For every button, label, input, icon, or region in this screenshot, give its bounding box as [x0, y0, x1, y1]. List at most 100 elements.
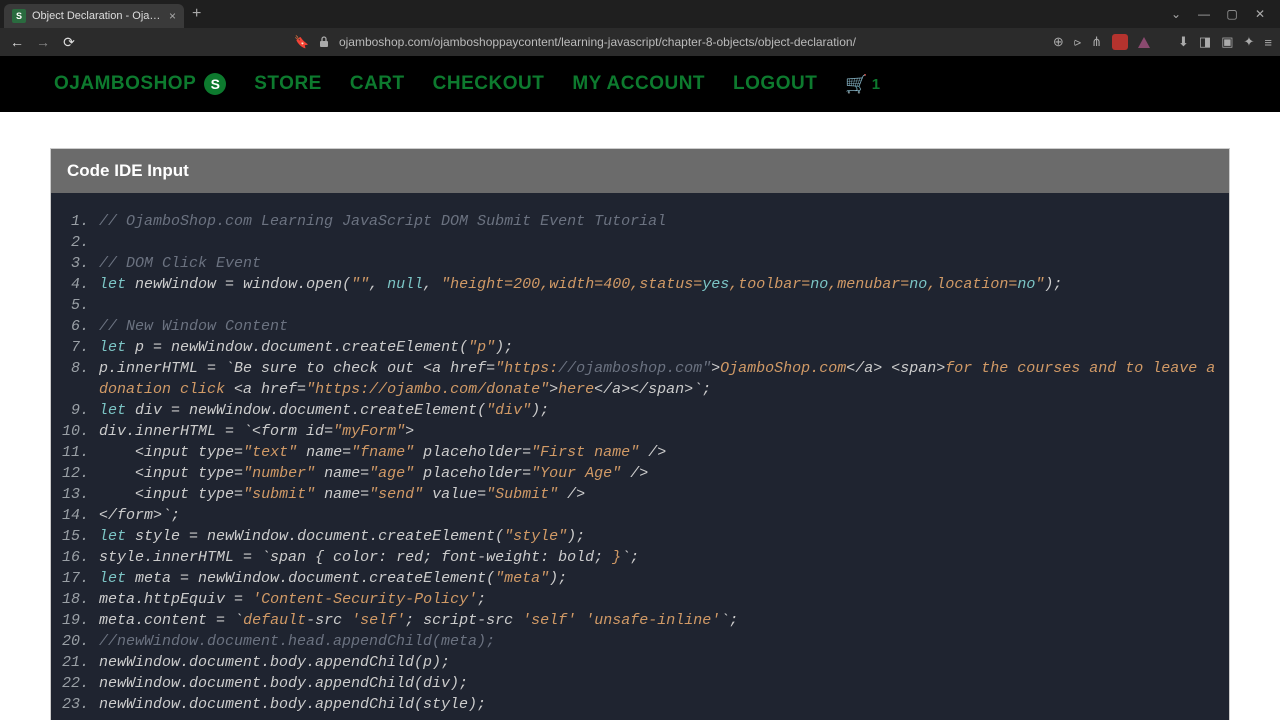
line-number: 14. [61, 505, 99, 526]
cart-button[interactable]: 🛒 1 [845, 74, 880, 95]
zoom-icon[interactable]: ⊕ [1053, 34, 1064, 50]
cart-icon: 🛒 [845, 74, 867, 95]
logo-icon: S [204, 73, 226, 95]
bookmark-icon[interactable]: 🔖 [294, 35, 309, 49]
line-number: 1. [61, 211, 99, 232]
nav-account[interactable]: MY ACCOUNT [572, 73, 705, 95]
code-line: 6.// New Window Content [61, 316, 1219, 337]
line-number: 22. [61, 673, 99, 694]
line-number: 5. [61, 295, 99, 316]
close-window-icon[interactable]: ✕ [1252, 7, 1268, 21]
nav-cart[interactable]: CART [350, 73, 405, 95]
line-number: 12. [61, 463, 99, 484]
nav-logout[interactable]: LOGOUT [733, 73, 817, 95]
line-number: 21. [61, 652, 99, 673]
maximize-icon[interactable]: ▢ [1224, 7, 1240, 21]
close-icon[interactable]: × [169, 9, 176, 23]
line-number: 13. [61, 484, 99, 505]
code-line: 16.style.innerHTML = `span { color: red;… [61, 547, 1219, 568]
code-text: <input type="number" name="age" placehol… [99, 463, 1219, 484]
code-text: newWindow.document.body.appendChild(styl… [99, 694, 1219, 715]
tab-favicon: S [12, 9, 26, 23]
line-number: 4. [61, 274, 99, 295]
code-line: 4.let newWindow = window.open("", null, … [61, 274, 1219, 295]
site-nav: OJAMBOSHOP S STORE CART CHECKOUT MY ACCO… [0, 56, 1280, 112]
code-text: let style = newWindow.document.createEle… [99, 526, 1219, 547]
line-number: 3. [61, 253, 99, 274]
cart-count: 1 [872, 76, 880, 93]
code-line: 13. <input type="submit" name="send" val… [61, 484, 1219, 505]
code-text: // DOM Click Event [99, 253, 1219, 274]
share-icon[interactable]: ⪧ [1074, 34, 1081, 50]
code-panel: Code IDE Input 1.// OjamboShop.com Learn… [50, 148, 1230, 720]
code-text: let newWindow = window.open("", null, "h… [99, 274, 1219, 295]
code-line: 2. [61, 232, 1219, 253]
line-number: 19. [61, 610, 99, 631]
line-number: 20. [61, 631, 99, 652]
code-text: newWindow.document.body.appendChild(p); [99, 652, 1219, 673]
url-text: ojamboshop.com/ojamboshoppaycontent/lear… [339, 35, 1045, 49]
chevron-down-icon[interactable]: ⌄ [1168, 7, 1184, 21]
code-line: 14.</form>`; [61, 505, 1219, 526]
line-number: 6. [61, 316, 99, 337]
browser-titlebar: S Object Declaration - Ojamb × + ⌄ — ▢ ✕ [0, 0, 1280, 28]
code-line: 8.p.innerHTML = `Be sure to check out <a… [61, 358, 1219, 400]
line-number: 2. [61, 232, 99, 253]
reload-button[interactable]: ⟳ [60, 34, 78, 51]
code-text: newWindow.document.body.appendChild(div)… [99, 673, 1219, 694]
browser-toolbar: ← → ⟳ 🔖 ojamboshop.com/ojamboshoppaycont… [0, 28, 1280, 56]
rss-icon[interactable]: ⋔ [1091, 34, 1102, 50]
code-text: let meta = newWindow.document.createElem… [99, 568, 1219, 589]
code-line: 18.meta.httpEquiv = 'Content-Security-Po… [61, 589, 1219, 610]
page-viewport[interactable]: OJAMBOSHOP S STORE CART CHECKOUT MY ACCO… [0, 56, 1280, 720]
code-line: 3.// DOM Click Event [61, 253, 1219, 274]
browser-tab[interactable]: S Object Declaration - Ojamb × [4, 4, 184, 28]
code-area[interactable]: 1.// OjamboShop.com Learning JavaScript … [51, 193, 1229, 720]
menu-icon[interactable]: ≡ [1264, 35, 1272, 50]
brave-icon[interactable] [1138, 37, 1150, 48]
nav-store[interactable]: STORE [254, 73, 322, 95]
address-bar[interactable]: 🔖 ojamboshop.com/ojamboshoppaycontent/le… [86, 35, 1045, 49]
code-line: 22.newWindow.document.body.appendChild(d… [61, 673, 1219, 694]
lock-icon[interactable] [317, 35, 331, 49]
code-line: 11. <input type="text" name="fname" plac… [61, 442, 1219, 463]
code-text: div.innerHTML = `<form id="myForm"> [99, 421, 1219, 442]
code-line: 20.//newWindow.document.head.appendChild… [61, 631, 1219, 652]
shield-icon[interactable] [1112, 34, 1128, 50]
line-number: 18. [61, 589, 99, 610]
code-text: // New Window Content [99, 316, 1219, 337]
sidebar-icon[interactable]: ◨ [1199, 34, 1211, 50]
line-number: 10. [61, 421, 99, 442]
code-text: //newWindow.document.head.appendChild(me… [99, 631, 1219, 652]
tab-title: Object Declaration - Ojamb [32, 10, 163, 22]
line-number: 23. [61, 694, 99, 715]
code-line: 15.let style = newWindow.document.create… [61, 526, 1219, 547]
nav-brand[interactable]: OJAMBOSHOP [54, 73, 196, 95]
minimize-icon[interactable]: — [1196, 7, 1212, 21]
code-line: 23.newWindow.document.body.appendChild(s… [61, 694, 1219, 715]
code-text: p.innerHTML = `Be sure to check out <a h… [99, 358, 1219, 400]
code-text: </form>`; [99, 505, 1219, 526]
line-number: 11. [61, 442, 99, 463]
code-text: style.innerHTML = `span { color: red; fo… [99, 547, 1219, 568]
wallet-icon[interactable]: ▣ [1221, 34, 1233, 50]
download-icon[interactable]: ⬇ [1178, 34, 1189, 50]
line-number: 15. [61, 526, 99, 547]
code-text: let p = newWindow.document.createElement… [99, 337, 1219, 358]
code-line: 7.let p = newWindow.document.createEleme… [61, 337, 1219, 358]
forward-button[interactable]: → [34, 34, 52, 50]
sparkle-icon[interactable]: ✦ [1244, 34, 1255, 50]
code-text: <input type="text" name="fname" placehol… [99, 442, 1219, 463]
nav-checkout[interactable]: CHECKOUT [433, 73, 545, 95]
line-number: 9. [61, 400, 99, 421]
code-text: meta.content = `default-src 'self'; scri… [99, 610, 1219, 631]
code-line: 9.let div = newWindow.document.createEle… [61, 400, 1219, 421]
back-button[interactable]: ← [8, 34, 26, 50]
new-tab-button[interactable]: + [184, 5, 209, 23]
line-number: 17. [61, 568, 99, 589]
line-number: 7. [61, 337, 99, 358]
code-text [99, 232, 1219, 253]
line-number: 16. [61, 547, 99, 568]
code-text: // OjamboShop.com Learning JavaScript DO… [99, 211, 1219, 232]
code-text: let div = newWindow.document.createEleme… [99, 400, 1219, 421]
